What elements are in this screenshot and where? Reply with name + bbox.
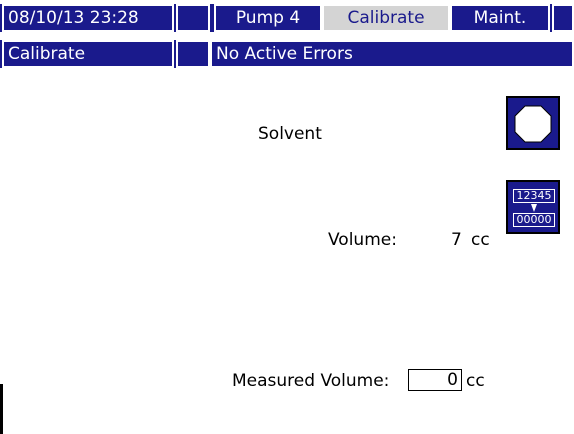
volume-unit: cc bbox=[471, 230, 490, 250]
volume-value: 7 bbox=[451, 230, 462, 250]
reset-counter-bottom: 00000 bbox=[513, 213, 555, 227]
tab-pump-4[interactable]: Pump 4 bbox=[214, 4, 322, 32]
volume-label: Volume: bbox=[328, 230, 397, 250]
nav-blank-cell bbox=[176, 4, 210, 32]
error-status: No Active Errors bbox=[210, 40, 574, 68]
left-edge-divider bbox=[0, 384, 3, 434]
tab-maint[interactable]: Maint. bbox=[450, 4, 550, 32]
main-content: Solvent 12345 00000 Volume: 7 cc Measure… bbox=[0, 72, 574, 434]
measured-volume-unit: cc bbox=[466, 371, 485, 391]
datetime: 08/10/13 23:28 bbox=[2, 4, 174, 32]
tab-next-partial[interactable] bbox=[552, 4, 574, 32]
tab-calibrate[interactable]: Calibrate bbox=[322, 4, 450, 32]
measured-volume-field[interactable]: 0 bbox=[408, 369, 462, 391]
top-nav-bar: 08/10/13 23:28 Pump 4 Calibrate Maint. bbox=[0, 4, 574, 32]
status-blank-cell bbox=[176, 40, 210, 68]
stop-octagon-icon bbox=[514, 105, 552, 143]
screen-name: Calibrate bbox=[2, 40, 174, 68]
material-name: Solvent bbox=[258, 124, 322, 144]
reset-counter-top: 12345 bbox=[513, 189, 555, 203]
measured-volume-label: Measured Volume: bbox=[232, 371, 390, 391]
stop-button[interactable] bbox=[506, 96, 560, 150]
reset-volume-button[interactable]: 12345 00000 bbox=[506, 180, 560, 234]
arrow-down-icon bbox=[531, 204, 537, 212]
status-bar: Calibrate No Active Errors bbox=[0, 40, 574, 68]
